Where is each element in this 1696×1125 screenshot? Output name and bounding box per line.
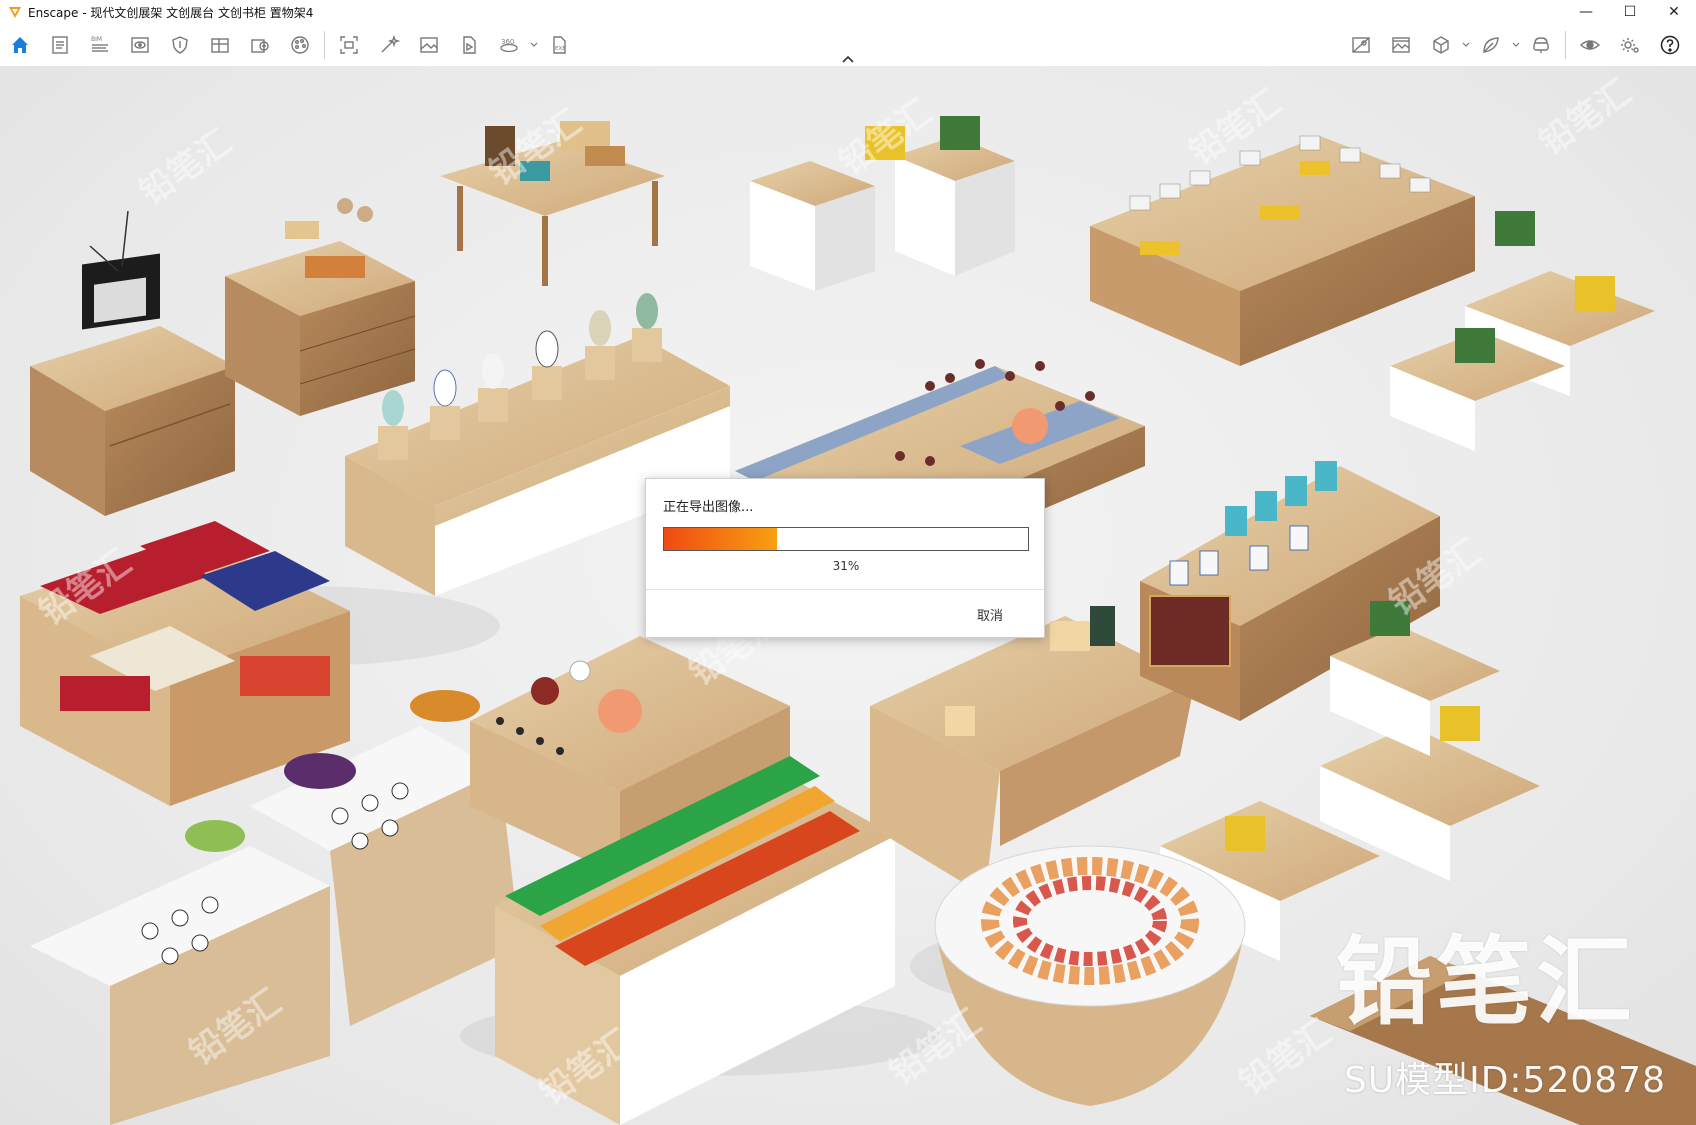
bim-icon[interactable]: BIM [80,28,120,62]
round-candy-display [934,845,1246,1106]
box-dropdown-chevron-icon[interactable] [1461,28,1471,62]
product-shelf-island [1090,135,1475,366]
tv-cabinet [30,210,235,516]
toolbar: BIM 360 EXE [0,24,1696,66]
maximize-button[interactable]: ☐ [1608,0,1652,24]
shield-icon[interactable] [160,28,200,62]
view-icon[interactable] [120,28,160,62]
svg-text:铅笔汇: 铅笔汇 [1232,1012,1338,1103]
panorama-dropdown-chevron-icon[interactable] [529,28,539,62]
panorama-360-icon[interactable]: 360 [489,28,529,62]
dialog-divider [646,589,1044,590]
home-icon[interactable] [0,28,40,62]
material-editor-icon[interactable] [200,28,240,62]
model-id-watermark: SU模型ID:520878 [1343,1060,1666,1101]
video-icon[interactable] [449,28,489,62]
view-management-icon[interactable] [1341,28,1381,62]
enscape-logo-icon [6,3,24,21]
palette-icon[interactable] [280,28,320,62]
visibility-icon[interactable] [1570,28,1610,62]
progress-percent-label: 31% [832,559,860,573]
help-icon[interactable] [1650,28,1690,62]
screenshot-icon[interactable] [329,28,369,62]
export-progress-bar [663,527,1029,551]
document-icon[interactable] [40,28,80,62]
box-icon[interactable] [1421,28,1461,62]
vr-headset-icon[interactable] [1521,28,1561,62]
title-bar: Enscape - 现代文创展架 文创展台 文创书柜 置物架4 — ☐ ✕ [0,0,1696,24]
export-progress-fill [664,528,777,550]
svg-text:EXE: EXE [555,46,566,52]
toolbar-separator [324,31,325,59]
collapse-toolbar-chevron-icon[interactable] [838,54,858,64]
batch-render-icon[interactable] [1381,28,1421,62]
svg-text:铅笔汇: 铅笔汇 [132,122,238,213]
image-icon[interactable] [409,28,449,62]
toolbar-separator-right [1565,31,1566,59]
settings-icon[interactable] [1610,28,1650,62]
window-title: Enscape - 现代文创展架 文创展台 文创书柜 置物架4 [28,5,314,20]
close-button[interactable]: ✕ [1652,0,1696,24]
minimize-button[interactable]: — [1564,0,1608,24]
asset-library-icon[interactable] [240,28,280,62]
dialog-title: 正在导出图像... [663,500,754,515]
cancel-button[interactable]: 取消 [960,602,1020,626]
leaf-dropdown-chevron-icon[interactable] [1511,28,1521,62]
svg-text:铅笔汇: 铅笔汇 [1532,72,1638,163]
leaf-icon[interactable] [1471,28,1511,62]
wooden-dresser [225,198,416,416]
svg-text:BIM: BIM [91,36,102,43]
brand-watermark: 铅笔汇 [1336,926,1636,1038]
exe-export-icon[interactable]: EXE [539,28,579,62]
export-progress-dialog: 正在导出图像... 31% 取消 [645,478,1045,638]
magic-icon[interactable] [369,28,409,62]
